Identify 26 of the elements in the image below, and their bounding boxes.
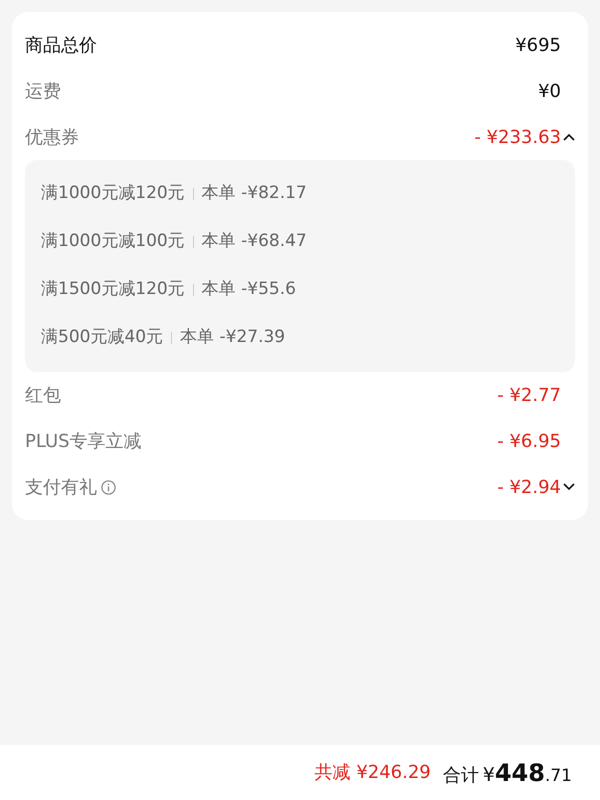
row-value: - ¥6.95 xyxy=(497,430,561,454)
coupon-amount: 本单 -¥68.47 xyxy=(202,230,307,254)
row-label: 商品总价 xyxy=(25,34,97,58)
coupon-amount: 本单 -¥55.6 xyxy=(202,278,296,302)
row-value: - ¥2.94 xyxy=(497,476,561,500)
row-value: ¥0 xyxy=(538,80,561,104)
saved-amount: 共减 ¥246.29 xyxy=(314,761,431,785)
row-label: 支付有礼 xyxy=(25,476,97,500)
row-value: - ¥2.77 xyxy=(497,384,561,408)
chevron-up-icon[interactable] xyxy=(563,133,575,141)
row-label: 红包 xyxy=(25,384,61,408)
coupon-rule: 满500元减40元 xyxy=(41,326,164,350)
coupon-amount: 本单 -¥82.17 xyxy=(202,182,307,206)
chevron-down-icon[interactable] xyxy=(563,483,575,491)
coupon-rule: 满1000元减100元 xyxy=(41,230,185,254)
row-label: 优惠券 xyxy=(25,126,79,150)
coupon-amount: 本单 -¥27.39 xyxy=(180,326,286,350)
info-icon[interactable] xyxy=(101,480,116,494)
total-price: ¥448.71 xyxy=(482,758,572,788)
total-label: 合计 xyxy=(442,764,479,788)
row-label: 运费 xyxy=(25,80,61,104)
row-label: PLUS专享立减 xyxy=(25,430,142,454)
coupon-rule: 满1000元减120元 xyxy=(41,182,185,206)
coupon-rule: 满1500元减120元 xyxy=(41,278,185,302)
row-value: - ¥233.63 xyxy=(474,126,561,150)
row-value: ¥695 xyxy=(515,34,561,58)
